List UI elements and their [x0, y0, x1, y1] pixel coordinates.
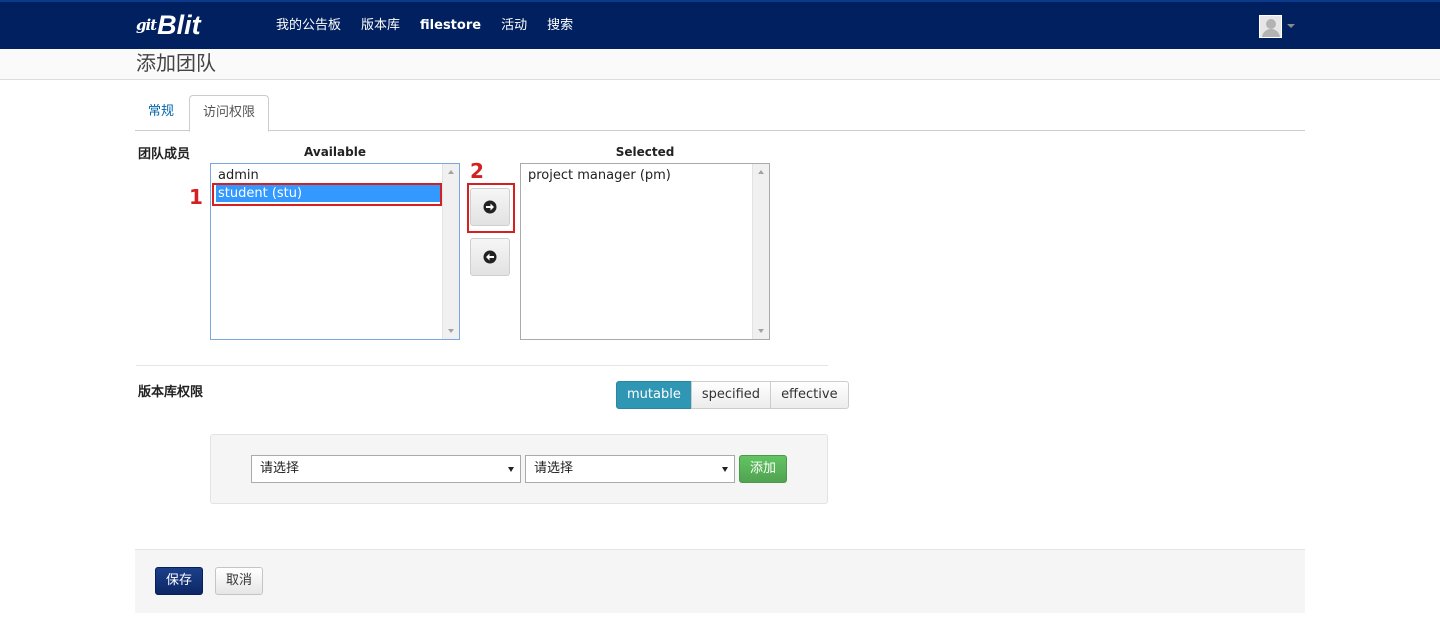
permission-select-value: 请选择: [534, 461, 574, 476]
logo-prefix: git: [136, 16, 157, 34]
mode-specified-button[interactable]: specified: [690, 381, 772, 409]
selected-members-list[interactable]: project manager (pm): [520, 163, 770, 340]
scroll-down-icon[interactable]: [758, 329, 764, 333]
nav-link-search[interactable]: 搜索: [547, 16, 573, 36]
list-item-admin[interactable]: admin: [216, 167, 442, 184]
form-actions-bar: [135, 549, 1305, 613]
gitblit-logo[interactable]: git Blit: [136, 10, 201, 40]
arrow-left-icon: [483, 250, 497, 264]
mode-mutable-button[interactable]: mutable: [616, 381, 692, 409]
dropdown-arrow-icon: [508, 467, 514, 472]
nav-link-filestore[interactable]: filestore: [420, 16, 481, 36]
avatar-head: [1266, 19, 1276, 29]
chevron-down-icon[interactable]: [1287, 24, 1295, 28]
repo-permissions-label: 版本库权限: [138, 385, 204, 400]
annotation-number-1: 1: [189, 185, 203, 209]
avatar-body: [1262, 29, 1280, 37]
nav-link-repositories[interactable]: 版本库: [361, 16, 400, 36]
top-navbar: git Blit 我的公告板 版本库 filestore 活动 搜索: [0, 0, 1440, 49]
save-button[interactable]: 保存: [155, 567, 203, 595]
dropdown-arrow-icon: [722, 467, 728, 472]
permission-level-select[interactable]: 请选择: [525, 455, 735, 483]
tab-bar: 常规 访问权限: [135, 95, 1305, 132]
title-strip: 添加团队: [0, 49, 1440, 80]
scroll-up-icon[interactable]: [448, 170, 454, 174]
nav-link-dashboard[interactable]: 我的公告板: [276, 16, 341, 36]
page-title: 添加团队: [136, 51, 216, 75]
annotation-box-1: [212, 183, 442, 206]
mode-effective-button[interactable]: effective: [770, 381, 849, 409]
section-divider: [136, 365, 828, 366]
annotation-number-2: 2: [470, 159, 484, 183]
move-left-button[interactable]: [470, 238, 510, 276]
selected-list-scrollbar[interactable]: [752, 164, 769, 339]
add-permission-button[interactable]: 添加: [739, 455, 787, 483]
permission-mode-toggle: mutable specified effective: [616, 381, 849, 409]
list-item-project-manager[interactable]: project manager (pm): [526, 167, 752, 184]
logo-text: Blit: [157, 9, 201, 40]
team-members-label: 团队成员: [138, 147, 191, 162]
repository-select-value: 请选择: [260, 461, 300, 476]
repository-select[interactable]: 请选择: [251, 455, 521, 483]
annotation-box-2: [467, 183, 515, 233]
user-avatar-icon[interactable]: [1259, 15, 1282, 38]
scroll-up-icon[interactable]: [758, 170, 764, 174]
nav-link-activity[interactable]: 活动: [501, 16, 527, 36]
main-nav: 我的公告板 版本库 filestore 活动 搜索: [276, 16, 593, 36]
scroll-down-icon[interactable]: [448, 329, 454, 333]
tab-general[interactable]: 常规: [135, 95, 187, 131]
tab-access-permissions[interactable]: 访问权限: [189, 95, 270, 132]
available-header: Available: [304, 145, 366, 159]
cancel-button[interactable]: 取消: [215, 567, 263, 595]
available-list-scrollbar[interactable]: [442, 164, 459, 339]
selected-header: Selected: [615, 145, 675, 159]
